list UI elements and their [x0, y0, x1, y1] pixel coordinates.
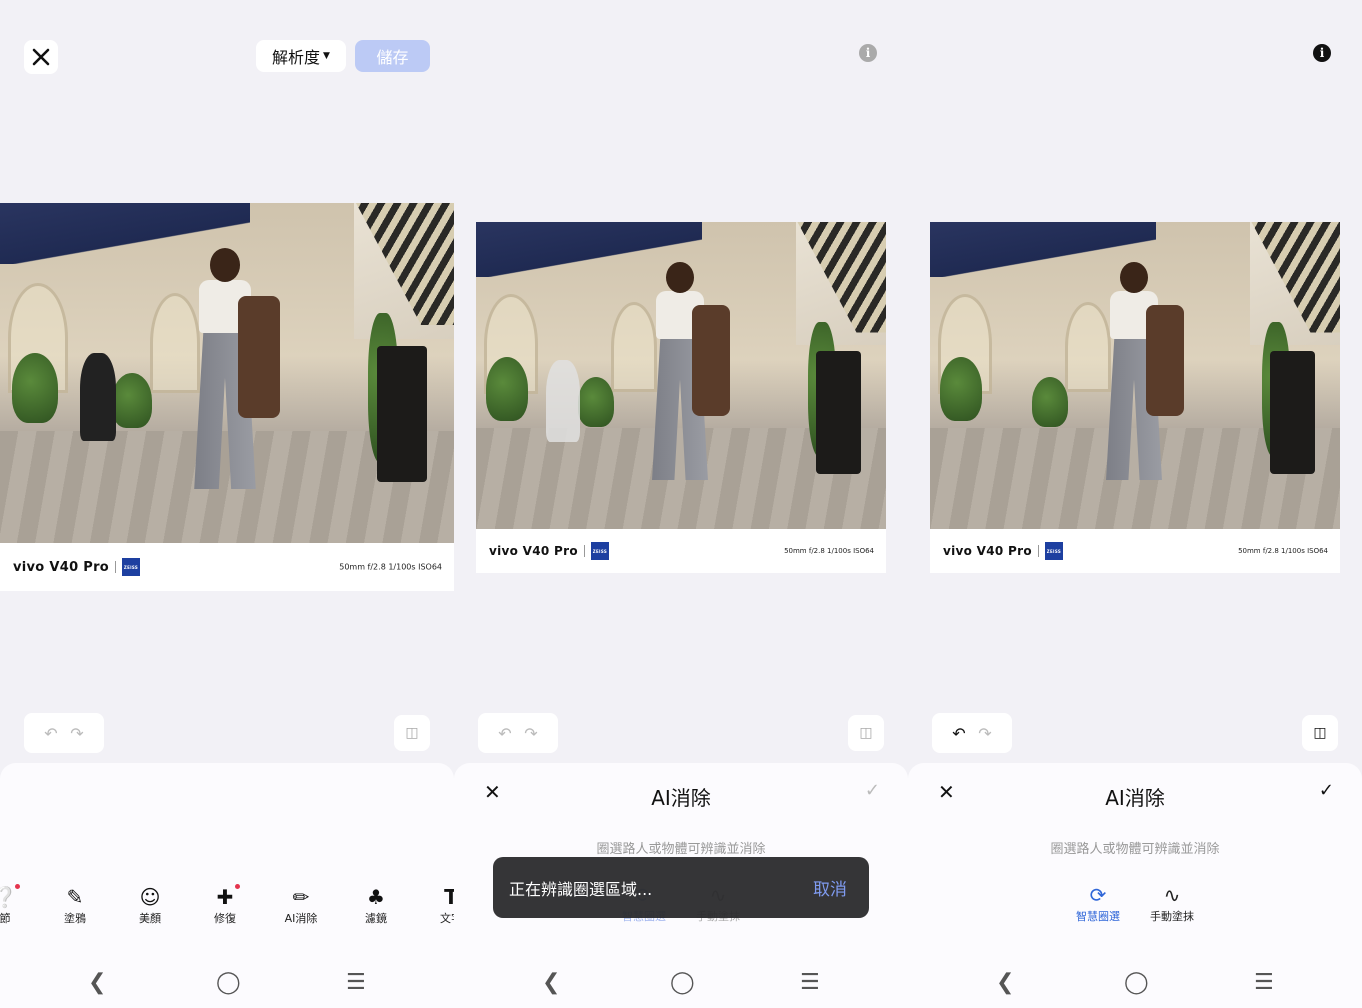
back-icon[interactable]: ❮	[542, 970, 560, 995]
confirm-icon[interactable]: ✓	[1319, 780, 1334, 801]
close-button[interactable]	[24, 40, 58, 74]
menu-icon[interactable]: ☰	[346, 970, 366, 995]
undo-redo-group: ↶ ↷	[24, 713, 104, 753]
tool-beauty[interactable]: ☺ 美顏	[125, 884, 175, 926]
home-icon[interactable]: ◯	[1124, 970, 1149, 995]
mode-label: 智慧圈選	[1076, 910, 1120, 923]
recognizing-toast: 正在辨識圈選區域... 取消	[493, 857, 869, 918]
tool-doodle[interactable]: ✎ 塗鴉	[50, 884, 100, 926]
undo-redo-group: ↶ ↷	[478, 713, 558, 753]
photo-watermark: vivo V40 Pro ZEISS 50mm f/2.8 1/100s ISO6…	[0, 543, 454, 591]
toast-cancel-button[interactable]: 取消	[813, 875, 847, 900]
tool-text[interactable]: T 文字	[426, 884, 454, 926]
back-icon[interactable]: ❮	[996, 970, 1014, 995]
redo-icon[interactable]: ↷	[524, 724, 537, 743]
editor-panel-3: i vivo V40 Pro ZEISS 50mm f/2.8 1/100s IS…	[908, 0, 1362, 1008]
home-icon[interactable]: ◯	[670, 970, 695, 995]
compare-icon: ◫	[859, 725, 873, 741]
zeiss-logo: ZEISS	[122, 558, 141, 576]
editor-panel-1: 解析度 ▼ 儲存 vivo V40 Pro ZEISS 50mm f/2.8 1/…	[0, 0, 454, 1008]
undo-icon[interactable]: ↶	[952, 724, 965, 743]
info-icon[interactable]: i	[1313, 44, 1331, 62]
smart-select-icon: ⟳	[1089, 883, 1107, 907]
ai-erase-icon: ✏	[292, 885, 310, 909]
sheet-header: ✕ AI消除 ✓	[454, 780, 908, 810]
mode-smart-select[interactable]: ⟳ 智慧圈選	[1068, 882, 1128, 924]
menu-icon[interactable]: ☰	[1254, 970, 1274, 995]
exif-label: 50mm f/2.8 1/100s ISO64	[1238, 547, 1328, 555]
home-icon[interactable]: ◯	[216, 970, 241, 995]
system-nav-bar: ❮ ◯ ☰	[454, 970, 908, 1000]
close-icon	[32, 48, 50, 66]
back-icon[interactable]: ❮	[88, 970, 106, 995]
system-nav-bar: ❮ ◯ ☰	[0, 970, 454, 1000]
tool-label: 塗鴉	[64, 912, 86, 925]
text-icon: T	[444, 885, 454, 909]
tool-label: 文字	[440, 912, 454, 925]
zeiss-logo: ZEISS	[590, 542, 609, 560]
adjust-icon: ❔	[0, 884, 30, 910]
info-icon[interactable]: i	[859, 44, 877, 62]
compare-button[interactable]: ◫	[1302, 715, 1338, 751]
mode-manual-brush[interactable]: ∿ 手動塗抹	[1142, 882, 1202, 924]
confirm-icon[interactable]: ✓	[865, 780, 880, 801]
tool-label: 美顏	[139, 912, 161, 925]
brand-label: vivo V40 Pro	[943, 544, 1032, 558]
sheet-title: AI消除	[651, 786, 711, 810]
hint-text: 圈選路人或物體可辨識並消除	[1050, 842, 1220, 857]
tool-bar: ❔節 ✎塗鴉 ☺美顏 ✚修復 ✏AI消除 ♣濾鏡 T文字	[0, 884, 454, 934]
exif-label: 50mm f/2.8 1/100s ISO64	[339, 562, 442, 572]
brush-icon: ∿	[1163, 883, 1181, 907]
sheet-header: ✕ AI消除 ✓	[908, 780, 1362, 810]
hint-text: 圈選路人或物體可辨識並消除	[596, 842, 766, 857]
beauty-icon: ☺	[139, 885, 161, 909]
redo-icon[interactable]: ↷	[978, 724, 991, 743]
undo-icon[interactable]: ↶	[44, 724, 57, 743]
filter-icon: ♣	[367, 885, 385, 909]
undo-icon[interactable]: ↶	[498, 724, 511, 743]
resolution-label: 解析度	[272, 48, 321, 67]
chevron-down-icon: ▼	[323, 51, 330, 61]
tool-adjust[interactable]: ❔ 節	[0, 884, 30, 926]
exif-label: 50mm f/2.8 1/100s ISO64	[784, 547, 874, 555]
compare-icon: ◫	[405, 725, 419, 741]
brand-label: vivo V40 Pro	[13, 559, 110, 575]
tool-repair[interactable]: ✚ 修復	[200, 884, 250, 926]
photo-preview	[0, 203, 454, 543]
mode-label: 手動塗抹	[1150, 910, 1194, 923]
tool-label: AI消除	[284, 912, 318, 925]
tool-label: 節	[0, 912, 11, 925]
menu-icon[interactable]: ☰	[800, 970, 820, 995]
brand-label: vivo V40 Pro	[489, 544, 578, 558]
tool-label: 濾鏡	[365, 912, 387, 925]
tool-label: 修復	[214, 912, 236, 925]
passerby	[80, 353, 116, 441]
toast-message: 正在辨識圈選區域...	[509, 879, 653, 899]
photo-watermark: vivo V40 Pro ZEISS 50mm f/2.8 1/100s ISO6…	[476, 529, 886, 573]
photo-preview	[930, 222, 1340, 529]
repair-icon: ✚	[200, 884, 250, 910]
selected-passerby-highlight	[546, 360, 580, 442]
zeiss-logo: ZEISS	[1044, 542, 1063, 560]
doodle-icon: ✎	[66, 885, 84, 909]
compare-button[interactable]: ◫	[394, 715, 430, 751]
system-nav-bar: ❮ ◯ ☰	[908, 970, 1362, 1000]
tool-filter[interactable]: ♣ 濾鏡	[351, 884, 401, 926]
redo-icon[interactable]: ↷	[70, 724, 83, 743]
tool-ai-erase[interactable]: ✏ AI消除	[276, 884, 326, 926]
save-button[interactable]: 儲存	[355, 40, 430, 72]
resolution-dropdown[interactable]: 解析度 ▼	[256, 40, 346, 72]
compare-button[interactable]: ◫	[848, 715, 884, 751]
sheet-title: AI消除	[1105, 786, 1165, 810]
compare-icon: ◫	[1313, 725, 1327, 741]
photo-watermark: vivo V40 Pro ZEISS 50mm f/2.8 1/100s ISO6…	[930, 529, 1340, 573]
photo-preview	[476, 222, 886, 529]
undo-redo-group: ↶ ↷	[932, 713, 1012, 753]
